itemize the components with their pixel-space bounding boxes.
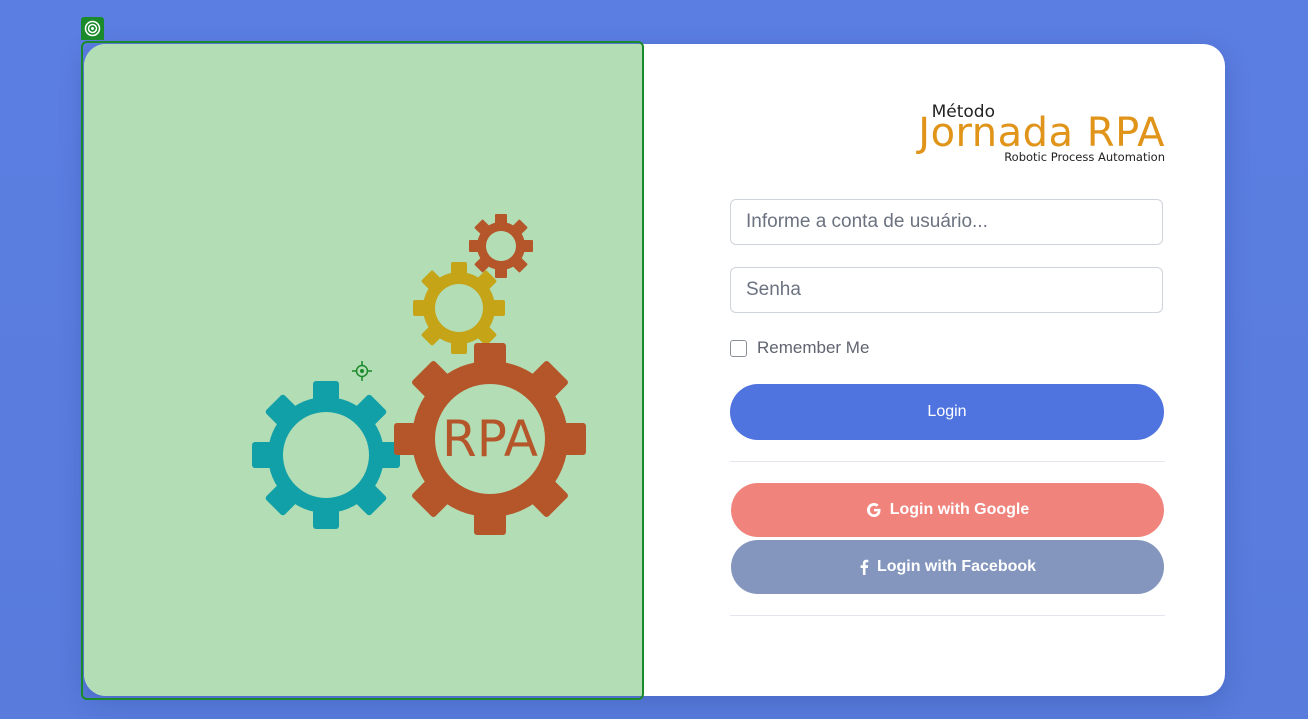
brand-logo: Método Jornada RPA Robotic Process Autom… [905, 102, 1165, 172]
login-google-button[interactable]: Login with Google [731, 483, 1164, 537]
remember-me-checkbox[interactable] [730, 339, 747, 357]
login-google-label: Login with Google [889, 501, 1030, 518]
remember-me-label: Remember Me [757, 338, 870, 357]
divider [730, 461, 1165, 462]
username-input[interactable] [730, 199, 1163, 245]
google-icon [866, 502, 882, 518]
small-gear-icon [469, 214, 533, 278]
selection-target-icon[interactable] [81, 17, 104, 40]
remember-me[interactable]: Remember Me [730, 338, 869, 358]
login-button-label: Login [927, 403, 967, 420]
rpa-gears-illustration: RPA [252, 214, 586, 535]
facebook-icon [859, 559, 869, 575]
divider-bottom [730, 615, 1165, 616]
login-facebook-label: Login with Facebook [876, 558, 1037, 575]
login-card: RPA Método Jornada RPA Robotic Process A… [84, 44, 1225, 696]
logo-sub-text: Robotic Process Automation [1004, 150, 1165, 164]
crosshair-icon [352, 361, 372, 381]
login-facebook-button[interactable]: Login with Facebook [731, 540, 1164, 594]
login-button[interactable]: Login [730, 384, 1164, 440]
page-background: RPA Método Jornada RPA Robotic Process A… [0, 0, 1308, 719]
password-input[interactable] [730, 267, 1163, 313]
rpa-gear-label: RPA [442, 410, 538, 468]
